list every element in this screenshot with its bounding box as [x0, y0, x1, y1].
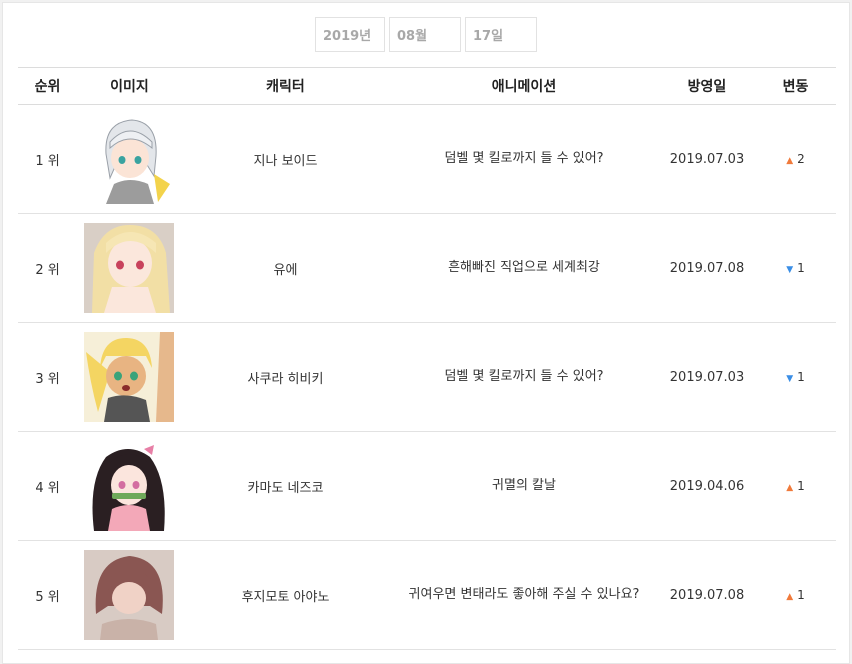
rank-cell: 1 위: [18, 104, 77, 214]
month-select[interactable]: 08월: [389, 17, 461, 52]
image-cell: [77, 104, 182, 214]
air-date-cell: 2019.07.08: [659, 540, 755, 650]
arrow-down-icon: ▼: [786, 374, 794, 384]
header-image: 이미지: [77, 67, 182, 105]
character-portrait-dark-hair-bamboo[interactable]: [84, 441, 174, 531]
image-cell: [77, 213, 182, 323]
character-portrait-brown-bob[interactable]: [84, 550, 174, 640]
table-row[interactable]: 5 위 후지모토 아야노 귀여우면 변태라도 좋아해 주실 수 있나요? 201…: [18, 540, 836, 650]
animation-cell[interactable]: 귀여우면 변태라도 좋아해 주실 수 있나요?: [389, 540, 659, 650]
ranking-panel: 2019년 08월 17일 순위 이미지 캐릭터 애니메이션 방영일 변동 1 …: [2, 2, 850, 664]
year-select[interactable]: 2019년: [315, 17, 385, 52]
character-cell[interactable]: 유에: [182, 213, 389, 323]
table-row[interactable]: 4 위 카마도 네즈코 귀멸의 칼날 2019.04.06 ▲ 1: [18, 431, 836, 541]
header-animation: 애니메이션: [389, 67, 659, 105]
table-row[interactable]: 2 위 유에 흔해빠진 직업으로 세계최강 2019.07.08 ▼ 1: [18, 213, 836, 323]
change-value: 1: [797, 479, 805, 493]
day-select[interactable]: 17일: [465, 17, 537, 52]
rank-cell: 3 위: [18, 322, 77, 432]
character-cell[interactable]: 후지모토 아야노: [182, 540, 389, 650]
character-portrait-silver-hair[interactable]: [84, 114, 174, 204]
rank-cell: 4 위: [18, 431, 77, 541]
air-date-cell: 2019.07.08: [659, 213, 755, 323]
table-header-row: 순위 이미지 캐릭터 애니메이션 방영일 변동: [18, 67, 836, 105]
change-value: 1: [797, 370, 805, 384]
change-cell: ▲ 2: [755, 104, 836, 214]
table-row[interactable]: 1 위 지나 보이드 덤벨 몇 킬로까지 들 수 있어? 2019.07.03 …: [18, 104, 836, 214]
ranking-table: 순위 이미지 캐릭터 애니메이션 방영일 변동 1 위 지나 보이드 덤벨 몇 …: [18, 67, 836, 650]
table-row[interactable]: 3 위 사쿠라 히비키 덤벨 몇 킬로까지 들 수 있어? 2019.07.03…: [18, 322, 836, 432]
change-cell: ▼ 1: [755, 213, 836, 323]
animation-cell[interactable]: 귀멸의 칼날: [389, 431, 659, 541]
animation-cell[interactable]: 덤벨 몇 킬로까지 들 수 있어?: [389, 322, 659, 432]
header-character: 캐릭터: [182, 67, 389, 105]
image-cell: [77, 431, 182, 541]
arrow-up-icon: ▲: [786, 483, 794, 493]
character-portrait-blonde-twintails[interactable]: [84, 332, 174, 422]
change-value: 2: [797, 152, 805, 166]
animation-cell[interactable]: 덤벨 몇 킬로까지 들 수 있어?: [389, 104, 659, 214]
arrow-down-icon: ▼: [786, 265, 794, 275]
air-date-cell: 2019.07.03: [659, 104, 755, 214]
change-cell: ▲ 1: [755, 540, 836, 650]
header-rank: 순위: [18, 67, 77, 105]
image-cell: [77, 322, 182, 432]
header-change: 변동: [755, 67, 836, 105]
change-value: 1: [797, 588, 805, 602]
air-date-cell: 2019.07.03: [659, 322, 755, 432]
arrow-up-icon: ▲: [786, 156, 794, 166]
character-cell[interactable]: 카마도 네즈코: [182, 431, 389, 541]
date-selector: 2019년 08월 17일: [3, 17, 849, 52]
animation-cell[interactable]: 흔해빠진 직업으로 세계최강: [389, 213, 659, 323]
character-cell[interactable]: 지나 보이드: [182, 104, 389, 214]
image-cell: [77, 540, 182, 650]
air-date-cell: 2019.04.06: [659, 431, 755, 541]
header-air-date: 방영일: [659, 67, 755, 105]
change-value: 1: [797, 261, 805, 275]
character-cell[interactable]: 사쿠라 히비키: [182, 322, 389, 432]
character-portrait-blonde-long-hair[interactable]: [84, 223, 174, 313]
change-cell: ▲ 1: [755, 431, 836, 541]
change-cell: ▼ 1: [755, 322, 836, 432]
rank-cell: 5 위: [18, 540, 77, 650]
rank-cell: 2 위: [18, 213, 77, 323]
arrow-up-icon: ▲: [786, 592, 794, 602]
